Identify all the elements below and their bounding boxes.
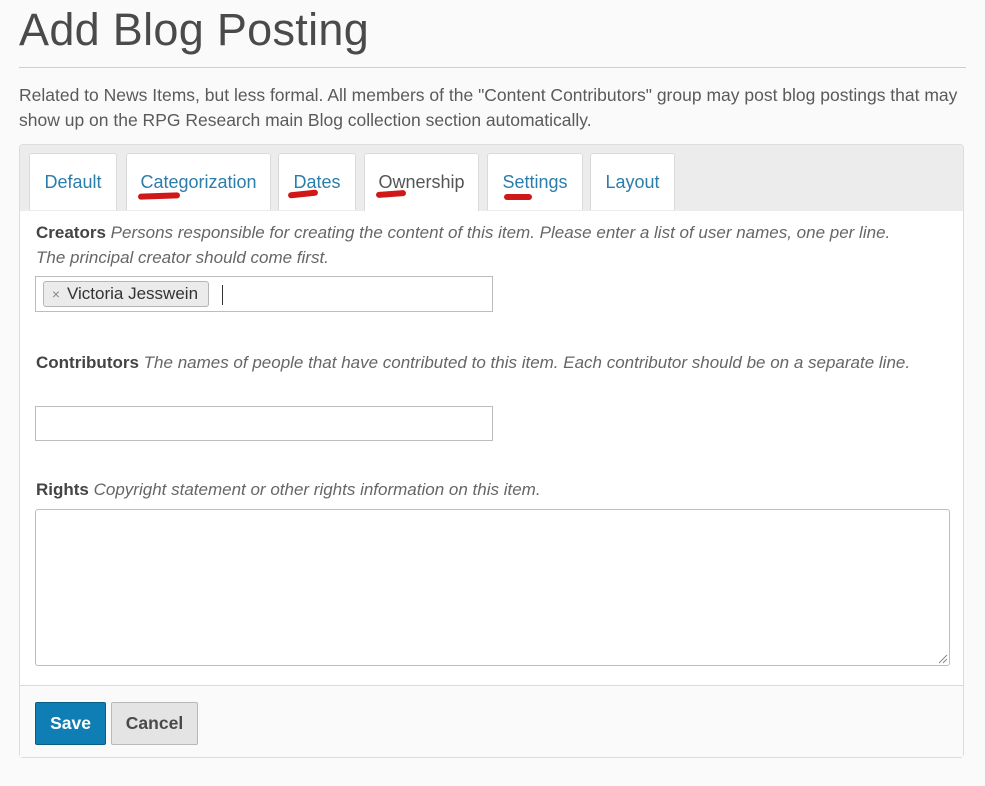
ownership-fieldset: Creators Persons responsible for creatin…: [20, 211, 963, 685]
tab-label: Layout: [605, 171, 660, 192]
page-description: Related to News Items, but less formal. …: [19, 85, 958, 130]
creators-title: Creators: [36, 223, 106, 242]
rights-label: Rights Copyright statement or other righ…: [36, 477, 916, 502]
contributors-title: Contributors: [36, 353, 139, 372]
form-actions: Save Cancel: [20, 685, 963, 757]
tab-label: Ownership: [378, 172, 465, 192]
tab-settings[interactable]: Settings: [487, 153, 583, 210]
fieldset-tabs: Default Categorization Dates Ownership S…: [20, 145, 963, 212]
contributors-label: Contributors The names of people that ha…: [36, 350, 916, 375]
resize-grip-icon[interactable]: [937, 653, 948, 664]
remove-token-icon[interactable]: ×: [49, 287, 63, 301]
contributors-help: The names of people that have contribute…: [143, 353, 911, 372]
tab-label: Dates: [293, 171, 341, 192]
rights-help: Copyright statement or other rights info…: [93, 480, 541, 499]
save-button[interactable]: Save: [35, 702, 106, 745]
tab-ownership[interactable]: Ownership: [364, 153, 479, 211]
rights-textarea[interactable]: [35, 509, 950, 666]
rights-title: Rights: [36, 480, 89, 499]
creator-token: × Victoria Jesswein: [43, 281, 210, 307]
creators-input[interactable]: × Victoria Jesswein: [35, 276, 493, 312]
tab-default[interactable]: Default: [29, 153, 117, 210]
creator-token-label: Victoria Jesswein: [67, 284, 199, 303]
edit-form: Default Categorization Dates Ownership S…: [19, 144, 964, 758]
annotation-mark-settings: [504, 194, 532, 200]
tab-layout[interactable]: Layout: [590, 153, 675, 210]
contributors-field[interactable]: [35, 406, 493, 441]
title-divider: [19, 67, 966, 68]
tab-label: Default: [44, 171, 102, 192]
tab-categorization[interactable]: Categorization: [126, 153, 271, 210]
creators-label: Creators Persons responsible for creatin…: [36, 220, 916, 270]
page-title: Add Blog Posting: [19, 4, 370, 55]
tab-label: Categorization: [140, 171, 257, 192]
creators-help: Persons responsible for creating the con…: [36, 223, 891, 267]
text-cursor: [222, 285, 223, 305]
cancel-button[interactable]: Cancel: [111, 702, 198, 745]
tab-label: Settings: [502, 171, 568, 192]
tab-dates[interactable]: Dates: [278, 153, 356, 210]
